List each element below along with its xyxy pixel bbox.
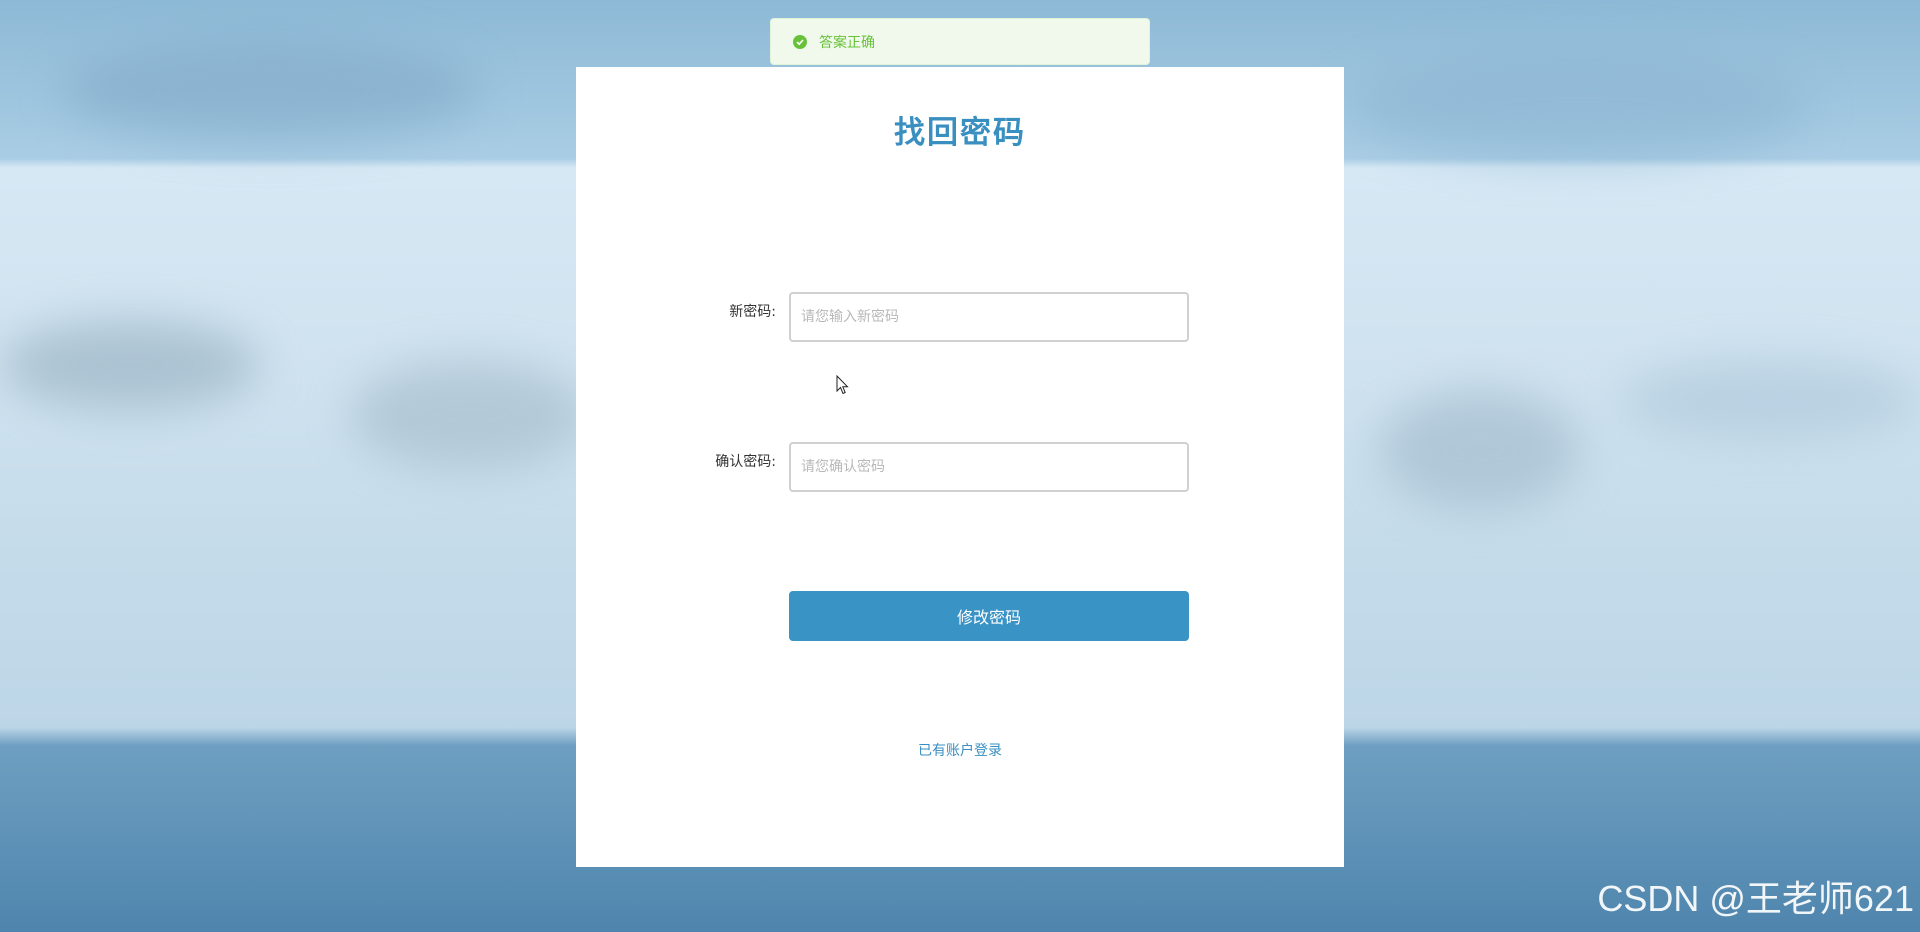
background-cloud bbox=[1620, 360, 1920, 440]
confirm-password-label: 确认密码: bbox=[715, 454, 776, 470]
background-cloud bbox=[0, 320, 260, 410]
new-password-input[interactable] bbox=[789, 292, 1189, 342]
toast-message: 答案正确 bbox=[819, 34, 875, 51]
page-title: 找回密码 bbox=[894, 115, 1026, 151]
confirm-password-input[interactable] bbox=[789, 442, 1189, 492]
check-circle-icon bbox=[793, 34, 807, 49]
background-cloud bbox=[1350, 50, 1810, 160]
password-reset-card: 找回密码 新密码: 确认密码: 修改密码 已有账户登录 bbox=[576, 67, 1344, 867]
change-password-button[interactable]: 修改密码 bbox=[789, 591, 1189, 641]
existing-account-login-link[interactable]: 已有账户登录 bbox=[576, 740, 1344, 760]
new-password-label: 新密码: bbox=[729, 304, 776, 320]
success-toast: 答案正确 bbox=[770, 18, 1150, 65]
background-cloud bbox=[60, 40, 480, 140]
background-cloud bbox=[1380, 390, 1580, 510]
background-cloud bbox=[350, 360, 590, 470]
watermark: CSDN @王老师621 bbox=[1597, 878, 1914, 919]
mouse-cursor-icon bbox=[836, 374, 850, 399]
